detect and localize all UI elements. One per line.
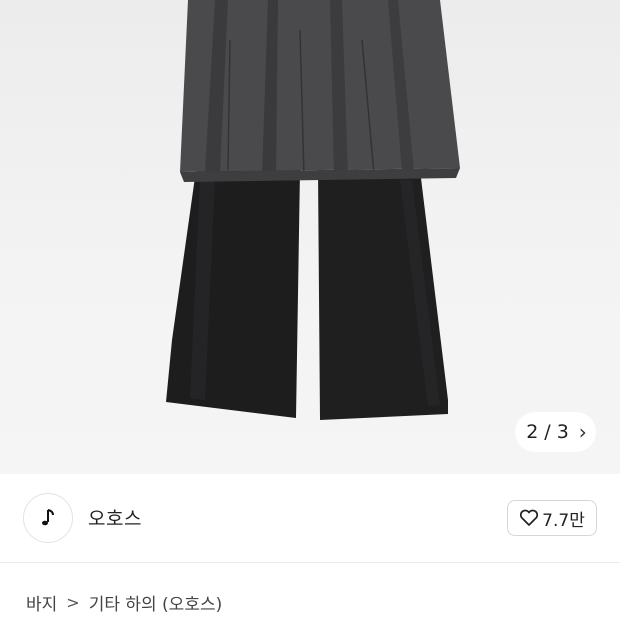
pager-separator: / — [544, 421, 551, 443]
like-count: 7.7만 — [542, 510, 585, 531]
store-name[interactable]: 오호스 — [88, 504, 142, 531]
store-logo[interactable] — [23, 493, 73, 543]
product-photo-graphic — [166, 0, 460, 420]
pager-total: 3 — [556, 421, 569, 443]
breadcrumb-item-category[interactable]: 바지 — [26, 590, 57, 615]
chevron-right-icon[interactable]: › — [579, 420, 587, 444]
breadcrumb-item-subcategory[interactable]: 기타 하의 (오호스) — [89, 590, 223, 615]
image-pager[interactable]: 2 / 3 › — [515, 412, 596, 452]
music-note-icon — [42, 509, 54, 526]
breadcrumb: 바지 > 기타 하의 (오호스) — [26, 590, 222, 615]
pager-current: 2 — [526, 421, 539, 443]
product-image[interactable]: 2 / 3 › — [0, 0, 620, 474]
like-button[interactable]: 7.7만 — [507, 500, 597, 536]
chevron-right-icon: > — [66, 593, 80, 612]
divider — [0, 562, 620, 563]
store-row[interactable]: 오호스 7.7만 — [0, 474, 620, 562]
heart-outline-icon — [520, 509, 539, 526]
